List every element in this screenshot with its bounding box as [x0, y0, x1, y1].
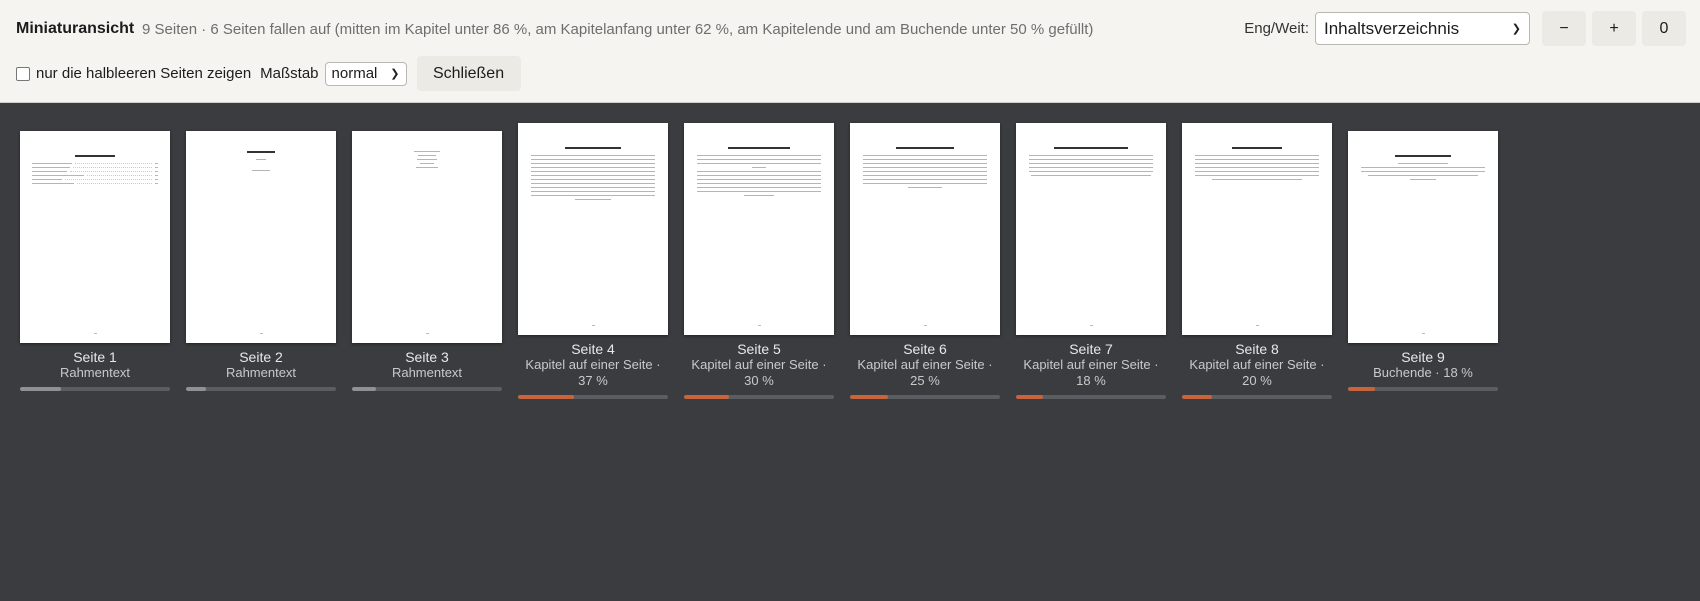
page-preview[interactable] — [684, 123, 834, 335]
fill-bar — [352, 387, 502, 391]
page-thumbnail[interactable]: Seite 1 Rahmentext — [20, 123, 170, 399]
tighten-button[interactable]: − — [1542, 11, 1586, 46]
thumbnail-grid: Seite 1 Rahmentext Seite 2 Rahmentext Se… — [20, 123, 1498, 399]
page-thumbnail[interactable]: Seite 8 Kapitel auf einer Seite · 20 % — [1182, 123, 1332, 399]
page-preview[interactable] — [1016, 123, 1166, 335]
toolbar-title: Miniaturansicht — [16, 20, 135, 37]
fill-bar-value — [20, 387, 61, 391]
fill-bar — [1348, 387, 1498, 391]
section-select[interactable]: Inhaltsverzeichnis ❯ — [1315, 12, 1530, 45]
page-thumbnail[interactable]: Seite 3 Rahmentext — [352, 123, 502, 399]
page-thumbnail[interactable]: Seite 4 Kapitel auf einer Seite · 37 % — [518, 123, 668, 399]
page-status: Rahmentext — [59, 365, 131, 380]
fill-bar-value — [684, 395, 729, 399]
page-preview[interactable] — [1182, 123, 1332, 335]
page-preview[interactable] — [518, 123, 668, 335]
page-status: Buchende · 18 % — [1373, 365, 1473, 380]
filter-row: nur die halbleeren Seiten zeigen Maßstab… — [16, 56, 521, 91]
fill-bar — [1016, 395, 1166, 399]
page-label: Seite 1 — [73, 349, 117, 365]
scale-select[interactable]: normal ❯ — [324, 61, 407, 86]
thumbnail-toolbar: Miniaturansicht 9 Seiten · 6 Seiten fall… — [0, 0, 1700, 103]
fill-bar-value — [186, 387, 206, 391]
page-summary: 9 Seiten · 6 Seiten fallen auf (mitten i… — [142, 21, 1094, 38]
page-status: Kapitel auf einer Seite · 25 % — [857, 357, 993, 388]
fill-bar-value — [850, 395, 888, 399]
page-preview[interactable] — [20, 131, 170, 343]
page-thumbnail[interactable]: Seite 6 Kapitel auf einer Seite · 25 % — [850, 123, 1000, 399]
fill-bar-value — [1182, 395, 1212, 399]
page-label: Seite 5 — [737, 341, 781, 357]
fill-bar — [684, 395, 834, 399]
toolbar-right-controls: Eng/Weit: Inhaltsverzeichnis ❯ − + 0 — [1244, 11, 1686, 46]
page-label: Seite 9 — [1401, 349, 1445, 365]
fill-bar-value — [1016, 395, 1043, 399]
page-status: Kapitel auf einer Seite · 20 % — [1189, 357, 1325, 388]
page-preview[interactable] — [352, 131, 502, 343]
fill-bar — [20, 387, 170, 391]
page-status: Kapitel auf einer Seite · 30 % — [691, 357, 827, 388]
page-thumbnail[interactable]: Seite 5 Kapitel auf einer Seite · 30 % — [684, 123, 834, 399]
fill-bar — [518, 395, 668, 399]
page-thumbnail[interactable]: Seite 2 Rahmentext — [186, 123, 336, 399]
page-label: Seite 4 — [571, 341, 615, 357]
loosen-button[interactable]: + — [1592, 11, 1636, 46]
close-button[interactable]: Schließen — [416, 56, 521, 91]
page-preview[interactable] — [186, 131, 336, 343]
page-label: Seite 7 — [1069, 341, 1113, 357]
page-label: Seite 2 — [239, 349, 283, 365]
page-label: Seite 6 — [903, 341, 947, 357]
half-empty-checkbox-label[interactable]: nur die halbleeren Seiten zeigen — [36, 65, 251, 82]
reset-spacing-button[interactable]: 0 — [1642, 11, 1686, 46]
fill-bar — [850, 395, 1000, 399]
page-preview[interactable] — [850, 123, 1000, 335]
eng-weit-label: Eng/Weit: — [1244, 20, 1309, 37]
fill-bar-value — [1348, 387, 1375, 391]
half-empty-checkbox[interactable] — [16, 66, 30, 81]
page-label: Seite 3 — [405, 349, 449, 365]
page-status: Rahmentext — [225, 365, 297, 380]
chevron-down-icon: ❯ — [1511, 23, 1521, 35]
page-label: Seite 8 — [1235, 341, 1279, 357]
fill-bar — [1182, 395, 1332, 399]
page-thumbnail[interactable]: Seite 7 Kapitel auf einer Seite · 18 % — [1016, 123, 1166, 399]
page-status: Kapitel auf einer Seite · 37 % — [525, 357, 661, 388]
page-status: Rahmentext — [391, 365, 463, 380]
page-thumbnail[interactable]: Seite 9 Buchende · 18 % — [1348, 123, 1498, 399]
page-status: Kapitel auf einer Seite · 18 % — [1023, 357, 1159, 388]
fill-bar-value — [518, 395, 574, 399]
scale-select-value: normal — [331, 65, 378, 82]
page-preview[interactable] — [1348, 131, 1498, 343]
fill-bar — [186, 387, 336, 391]
fill-bar-value — [352, 387, 376, 391]
section-select-value: Inhaltsverzeichnis — [1324, 18, 1460, 38]
chevron-down-icon: ❯ — [390, 68, 400, 80]
scale-label: Maßstab — [260, 65, 319, 82]
